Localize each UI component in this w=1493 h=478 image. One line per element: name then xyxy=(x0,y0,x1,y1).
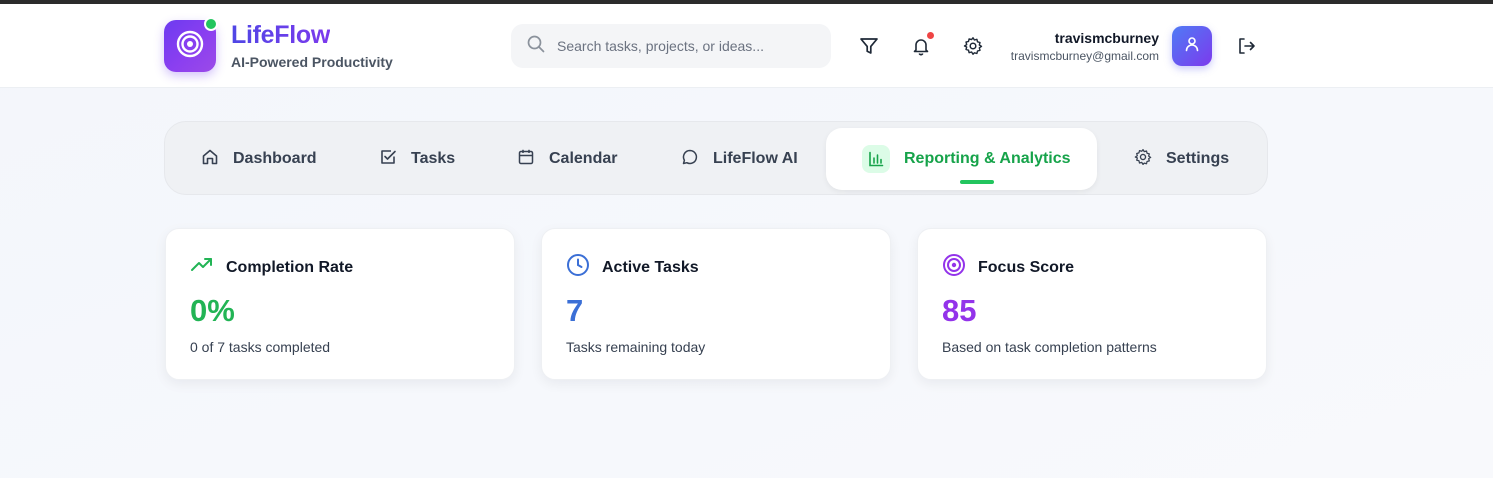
search-icon xyxy=(527,35,545,58)
notification-badge xyxy=(927,32,934,39)
card-value: 7 xyxy=(566,293,584,328)
logout-icon[interactable] xyxy=(1235,35,1257,57)
brand-name: LifeFlow xyxy=(231,21,330,49)
nav-item-label: Dashboard xyxy=(233,150,317,167)
card-description: Based on task completion patterns xyxy=(942,339,1157,355)
nav-item-label: Reporting & Analytics xyxy=(904,150,1071,167)
nav-item-calendar[interactable]: Calendar xyxy=(517,122,617,196)
gear-icon xyxy=(1134,148,1152,171)
user-email: travismcburney@gmail.com xyxy=(1010,49,1159,63)
bar-chart-icon xyxy=(862,145,890,173)
card-description: Tasks remaining today xyxy=(566,339,706,355)
target-logo-icon xyxy=(175,29,205,64)
user-icon xyxy=(1184,36,1200,57)
nav-item-label: Settings xyxy=(1166,150,1230,167)
active-tasks-card: Active Tasks 7 Tasks remaining today xyxy=(541,228,891,380)
online-status-dot xyxy=(204,17,218,31)
gear-icon[interactable] xyxy=(962,35,984,57)
card-title: Active Tasks xyxy=(602,258,699,276)
chat-icon xyxy=(681,148,699,171)
target-icon xyxy=(942,253,966,282)
card-value: 85 xyxy=(942,293,977,328)
app-header: LifeFlow AI-Powered Productivity travism… xyxy=(0,4,1493,88)
search-bar[interactable] xyxy=(511,24,831,68)
nav-item-settings[interactable]: Settings xyxy=(1134,122,1229,196)
trending-up-icon xyxy=(190,253,214,282)
card-description: 0 of 7 tasks completed xyxy=(190,339,331,355)
user-name: travismcburney xyxy=(1054,30,1159,46)
nav-item-label: Calendar xyxy=(549,150,618,167)
active-tab-indicator xyxy=(960,180,994,184)
focus-score-card: Focus Score 85 Based on task completion … xyxy=(917,228,1267,380)
clock-icon xyxy=(566,253,590,282)
nav-item-label: LifeFlow AI xyxy=(713,150,798,167)
home-icon xyxy=(201,148,219,171)
card-value: 0% xyxy=(190,293,235,328)
completion-rate-card: Completion Rate 0% 0 of 7 tasks complete… xyxy=(165,228,515,380)
nav-item-lifeflow-ai[interactable]: LifeFlow AI xyxy=(681,122,798,196)
card-title: Focus Score xyxy=(978,258,1075,276)
checkbox-icon xyxy=(379,148,397,171)
filter-icon[interactable] xyxy=(858,35,880,57)
nav-item-tasks[interactable]: Tasks xyxy=(379,122,455,196)
main-nav: Dashboard Tasks Calendar LifeFlow AI Rep… xyxy=(164,121,1268,195)
nav-item-dashboard[interactable]: Dashboard xyxy=(201,122,317,196)
brand-tagline: AI-Powered Productivity xyxy=(231,54,393,70)
avatar[interactable] xyxy=(1172,26,1212,66)
search-input[interactable] xyxy=(557,38,817,54)
calendar-icon xyxy=(517,148,535,171)
card-title: Completion Rate xyxy=(226,258,354,276)
nav-item-label: Tasks xyxy=(411,150,456,167)
